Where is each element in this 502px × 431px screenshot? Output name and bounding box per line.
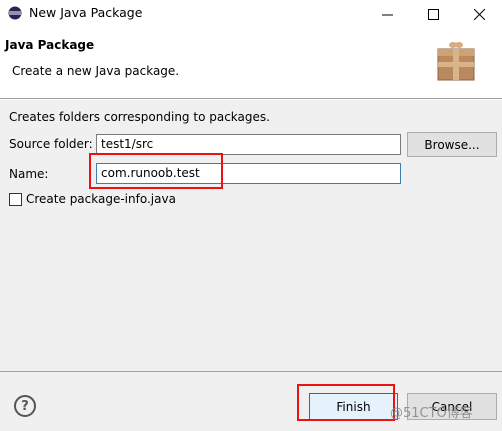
header-divider-highlight bbox=[0, 99, 502, 100]
help-icon[interactable]: ? bbox=[14, 395, 36, 417]
source-folder-label: Source folder: bbox=[9, 137, 93, 151]
footer-divider bbox=[0, 371, 502, 372]
wizard-title: Java Package bbox=[5, 38, 95, 52]
maximize-button[interactable] bbox=[410, 0, 456, 28]
finish-highlight-box bbox=[297, 384, 395, 421]
minimize-icon bbox=[381, 14, 393, 15]
minimize-button[interactable] bbox=[364, 0, 410, 28]
name-highlight-box bbox=[89, 153, 223, 189]
package-info-label[interactable]: Create package-info.java bbox=[26, 192, 176, 206]
eclipse-icon bbox=[8, 6, 22, 20]
wizard-description: Create a new Java package. bbox=[12, 64, 180, 78]
info-message: Creates folders corresponding to package… bbox=[9, 110, 270, 124]
maximize-icon bbox=[427, 8, 439, 20]
name-label: Name: bbox=[9, 167, 49, 181]
source-folder-input[interactable]: test1/src bbox=[96, 134, 401, 155]
package-info-checkbox[interactable] bbox=[9, 193, 22, 206]
window-title: New Java Package bbox=[29, 5, 143, 20]
close-button[interactable] bbox=[456, 0, 502, 28]
watermark-text: @51CTO博客 bbox=[390, 406, 473, 421]
package-wizard-icon bbox=[437, 42, 475, 81]
browse-button[interactable]: Browse... bbox=[407, 132, 497, 157]
close-icon bbox=[473, 8, 485, 20]
